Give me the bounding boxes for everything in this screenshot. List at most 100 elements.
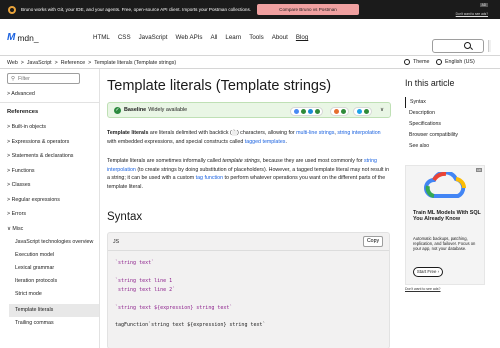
nav-web-apis[interactable]: Web APIs: [175, 34, 202, 41]
sidebar-sub-trailing-commas[interactable]: Trailing commas: [7, 320, 99, 327]
language-label: English (US): [445, 59, 475, 65]
breadcrumb-reference[interactable]: Reference: [61, 60, 85, 66]
sidebar-item-label: Built-in objects: [11, 124, 47, 130]
chevron-down-icon: ∨: [379, 107, 384, 113]
search-input[interactable]: [432, 39, 484, 53]
copy-button[interactable]: Copy: [363, 236, 383, 247]
sidebar-item-statements[interactable]: > Statements & declarations: [7, 152, 99, 167]
toc-item-description[interactable]: Description: [405, 108, 495, 119]
nav-javascript[interactable]: JavaScript: [139, 34, 168, 41]
code-language: JS: [113, 239, 120, 245]
filter-input[interactable]: ⚲ Filter: [7, 73, 80, 84]
breadcrumb-current[interactable]: Template literals (Template strings): [94, 60, 176, 66]
code-line: tagFunction`string text ${expression} st…: [115, 322, 266, 329]
nav-html[interactable]: HTML: [93, 34, 110, 41]
nav-all[interactable]: All: [211, 34, 218, 41]
sidebar-item-expressions[interactable]: > Expressions & operators: [7, 138, 99, 153]
sidebar-ad[interactable]: AD Train ML Models With SQL You Already …: [405, 165, 485, 285]
sidebar-item-functions[interactable]: > Functions: [7, 167, 99, 182]
check-icon: ✓: [114, 106, 121, 114]
banner-text: Bruno works with Git, your IDE, and your…: [21, 7, 252, 12]
code-line: `string text ${expression} string text`: [115, 304, 233, 311]
nav-css[interactable]: CSS: [118, 34, 131, 41]
divider: [0, 102, 100, 103]
theme-button[interactable]: Theme: [404, 59, 430, 65]
toc-item-see-also[interactable]: See also: [405, 141, 495, 152]
nav-learn[interactable]: Learn: [225, 34, 241, 41]
baseline-label: Baseline: [124, 107, 147, 113]
filter-icon: ⚲: [11, 75, 15, 82]
baseline-status: Widely available: [148, 107, 188, 113]
main-nav: Mmdn_ HTML CSS JavaScript Web APIs All L…: [0, 19, 500, 56]
ad-title: Train ML Models With SQL You Already Kno…: [413, 210, 481, 223]
chrome-icon: [293, 109, 299, 114]
code-content: `string text` `string text line 1 string…: [115, 259, 266, 330]
sidebar-sub-strict-mode[interactable]: Strict mode: [7, 291, 99, 298]
sidebar-advanced[interactable]: > Advanced: [7, 91, 35, 97]
safari-icon: [356, 109, 362, 114]
check-icon: [314, 109, 320, 114]
toc-heading: In this article: [405, 78, 455, 88]
no-ads-link[interactable]: Don't want to see ads?: [456, 12, 488, 16]
nav-menu: HTML CSS JavaScript Web APIs All Learn T…: [93, 34, 316, 41]
nav-blog[interactable]: Blog: [296, 34, 308, 41]
sidebar-item-label: Errors: [11, 211, 26, 217]
no-ads-link[interactable]: Don't want to see ads?: [405, 287, 441, 291]
scrollbar[interactable]: [488, 40, 491, 52]
text: .: [285, 138, 287, 145]
nav-about[interactable]: About: [272, 34, 288, 41]
link-tag-function[interactable]: tag function: [196, 175, 223, 181]
search-icon: [464, 42, 471, 49]
code-line: `string text line 1: [115, 277, 173, 284]
baseline-banner[interactable]: ✓ Baseline Widely available ∨: [107, 102, 391, 118]
banner-cta-button[interactable]: Compare Bruno vs Postman: [257, 4, 359, 15]
sidebar-item-misc[interactable]: ∨ Misc: [7, 225, 99, 240]
sidebar-item-regex[interactable]: > Regular expressions: [7, 196, 99, 211]
divider: [108, 250, 389, 251]
check-icon: [363, 109, 369, 114]
ad-start-button[interactable]: Start Free ›: [413, 267, 443, 277]
sidebar-sub-template-literals[interactable]: Template literals: [9, 304, 99, 317]
intro-paragraph: Template literals are literals delimited…: [107, 129, 390, 146]
language-button[interactable]: English (US): [436, 59, 475, 65]
bruno-logo-icon: [8, 5, 16, 14]
ad-badge: AD: [479, 3, 488, 7]
toc-item-browser-compat[interactable]: Browser compatibility: [405, 130, 495, 141]
breadcrumb: Web > JavaScript > Reference > Template …: [7, 60, 179, 66]
page-title: Template literals (Template strings): [107, 78, 332, 94]
bold-term: Template literals: [107, 130, 149, 136]
sidebar-item-label: Regular expressions: [11, 196, 60, 203]
sidebar-sub-execution-model[interactable]: Execution model: [7, 252, 99, 259]
firefox-icon: [333, 109, 339, 114]
theme-icon: [404, 59, 410, 65]
toc-item-specifications[interactable]: Specifications: [405, 119, 495, 130]
text: Template literals are sometimes informal…: [107, 158, 223, 164]
link-tagged-templates[interactable]: tagged templates: [245, 139, 286, 145]
sidebar: ⚲ Filter > Advanced References > Built-in…: [0, 69, 100, 348]
ad-description: Automatic backups, patching, replication…: [413, 236, 476, 252]
link-multiline-strings[interactable]: multi-line strings: [296, 130, 334, 136]
check-icon: [340, 109, 346, 114]
sidebar-item-errors[interactable]: > Errors: [7, 210, 99, 225]
nav-tools[interactable]: Tools: [249, 34, 263, 41]
check-icon: [300, 109, 306, 114]
sidebar-list: > Built-in objects > Expressions & opera…: [7, 123, 99, 333]
sidebar-item-classes[interactable]: > Classes: [7, 181, 99, 196]
sidebar-sub-js-overview[interactable]: JavaScript technologies overview: [7, 239, 99, 246]
browser-support-pill: [290, 107, 323, 116]
code-line: `string text`: [115, 260, 155, 266]
browser-support-pill: [353, 107, 372, 116]
sidebar-item-built-in-objects[interactable]: > Built-in objects: [7, 123, 99, 138]
browser-support-pill: [330, 107, 349, 116]
mdn-logo[interactable]: Mmdn_: [7, 32, 39, 43]
toc-item-syntax[interactable]: Syntax: [405, 97, 495, 108]
breadcrumb-bar: Web > JavaScript > Reference > Template …: [0, 57, 500, 69]
text: ) characters, allowing for: [236, 130, 297, 136]
sidebar-sub-iteration-protocols[interactable]: Iteration protocols: [7, 278, 99, 285]
sidebar-sub-lexical-grammar[interactable]: Lexical grammar: [7, 265, 99, 272]
sidebar-heading: References: [7, 109, 39, 115]
link-string-interpolation[interactable]: string interpolation: [337, 130, 380, 136]
breadcrumb-sep: >: [20, 59, 24, 66]
breadcrumb-javascript[interactable]: JavaScript: [27, 60, 52, 66]
breadcrumb-web[interactable]: Web: [7, 60, 18, 66]
